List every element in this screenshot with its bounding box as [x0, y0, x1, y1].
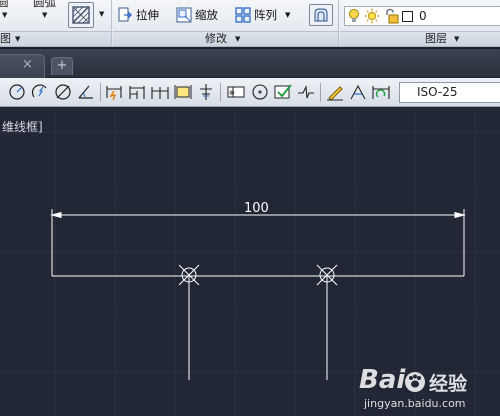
modify-panel: 拉伸 缩放 阵列 ▼ 修改 ▼ [113, 0, 339, 47]
plus-icon: + [56, 58, 68, 73]
paw-icon [405, 372, 425, 392]
dropdown-arrow-icon[interactable]: ▼ [2, 11, 7, 19]
watermark-url: jingyan.baidu.com [364, 397, 466, 410]
draw-panel-expand-icon[interactable]: ▼ [15, 32, 20, 46]
watermark-brand-suffix: 经验 [429, 373, 468, 395]
array-icon [235, 7, 251, 23]
dim-style-value: ISO-25 [417, 85, 458, 99]
document-tab-strip: × + [0, 48, 500, 78]
continue-dim-icon[interactable] [151, 83, 169, 101]
stretch-button[interactable]: 拉伸 [117, 5, 159, 25]
drawing-tab[interactable]: × [0, 54, 45, 78]
edit-polyline-icon [314, 8, 328, 22]
jogged-dim-icon[interactable] [31, 83, 49, 101]
dim-space-icon[interactable] [174, 83, 192, 101]
layers-panel-title-text: 图层 [425, 32, 447, 45]
layers-panel: 0 图层 ▼ [340, 0, 500, 47]
array-dropdown-icon[interactable]: ▼ [285, 11, 290, 19]
drawing-canvas[interactable]: 维线框] 100 Bai 经验 jingyan.baidu.com [0, 108, 500, 416]
baidu-jingyan-watermark: Bai 经验 jingyan.baidu.com [355, 363, 500, 413]
tolerance-icon[interactable]: ⊕ [227, 83, 245, 101]
hatch-icon [72, 6, 90, 24]
toolbar-separator [220, 83, 221, 102]
lightbulb-icon[interactable] [347, 8, 361, 24]
diameter-dim-icon[interactable] [54, 83, 72, 101]
dim-break-icon[interactable] [197, 83, 215, 101]
array-button[interactable]: 阵列 ▼ [235, 5, 290, 25]
node-marker-right[interactable] [316, 264, 338, 286]
tab-close-icon[interactable]: × [22, 57, 33, 72]
stretch-label: 拉伸 [136, 8, 159, 22]
layer-selector[interactable]: 0 [344, 6, 500, 26]
watermark-brand: Bai [359, 365, 406, 395]
stretch-icon [118, 7, 132, 22]
modify-panel-title-text: 修改 [205, 32, 227, 45]
edit-polyline-button[interactable] [309, 4, 333, 26]
dimension-toolbar: ⊕ ISO-25 [0, 78, 500, 107]
jogged-linear-icon[interactable] [297, 83, 315, 101]
quick-dim-icon[interactable] [105, 83, 123, 101]
dim-text-edit-icon[interactable] [349, 83, 367, 101]
scale-label: 缩放 [195, 8, 218, 22]
modify-panel-title[interactable]: 修改 ▼ [113, 31, 338, 46]
toolbar-separator [320, 83, 321, 102]
layer-color-swatch[interactable] [402, 10, 413, 22]
sun-icon[interactable] [364, 8, 380, 24]
inspect-dim-icon[interactable] [274, 83, 292, 101]
scale-button[interactable]: 缩放 [176, 5, 218, 25]
center-mark-icon[interactable] [251, 83, 269, 101]
ribbon: 圆 圆弧 ▼ ▼ ▼ 图 ▼ 拉伸 缩放 阵列 ▼ 修改 ▼ 0 图层 ▼ [0, 0, 500, 47]
draw-panel-top-label: 圆 [0, 0, 9, 9]
dimension-arrow-right [454, 211, 466, 219]
draw-panel: 圆 圆弧 ▼ ▼ ▼ 图 ▼ [0, 0, 112, 47]
dim-edit-icon[interactable] [326, 83, 344, 101]
node-marker-left[interactable] [178, 264, 200, 286]
unlock-icon[interactable] [383, 8, 399, 24]
layers-panel-title[interactable]: 图层 ▼ [340, 31, 500, 46]
dim-update-icon[interactable] [372, 83, 390, 101]
viewport-label[interactable]: 维线框] [2, 118, 43, 135]
new-tab-button[interactable]: + [51, 57, 73, 75]
radius-dim-icon[interactable] [8, 83, 26, 101]
scale-icon [176, 7, 192, 23]
draw-panel-title-text: 图 [0, 32, 11, 45]
toolbar-separator [100, 83, 101, 102]
baseline-dim-icon[interactable] [128, 83, 146, 101]
draw-panel-title[interactable]: 图 ▼ [0, 31, 111, 46]
hatch-dropdown-icon[interactable]: ▼ [99, 10, 104, 18]
dimension-arrow-left [50, 211, 62, 219]
svg-text:⊕: ⊕ [229, 89, 235, 97]
array-label: 阵列 [254, 8, 277, 22]
hatch-button[interactable] [68, 2, 94, 28]
layers-panel-expand-icon[interactable]: ▼ [454, 32, 459, 46]
modify-panel-expand-icon[interactable]: ▼ [235, 32, 240, 46]
current-layer-name: 0 [419, 9, 427, 23]
arc-label[interactable]: 圆弧 [33, 0, 56, 10]
linear-dimension[interactable] [50, 209, 466, 276]
dimension-text[interactable]: 100 [244, 201, 269, 216]
arc-dropdown-icon[interactable]: ▼ [42, 11, 47, 19]
angular-dim-icon[interactable] [77, 83, 95, 101]
dim-style-selector[interactable]: ISO-25 [399, 82, 500, 103]
